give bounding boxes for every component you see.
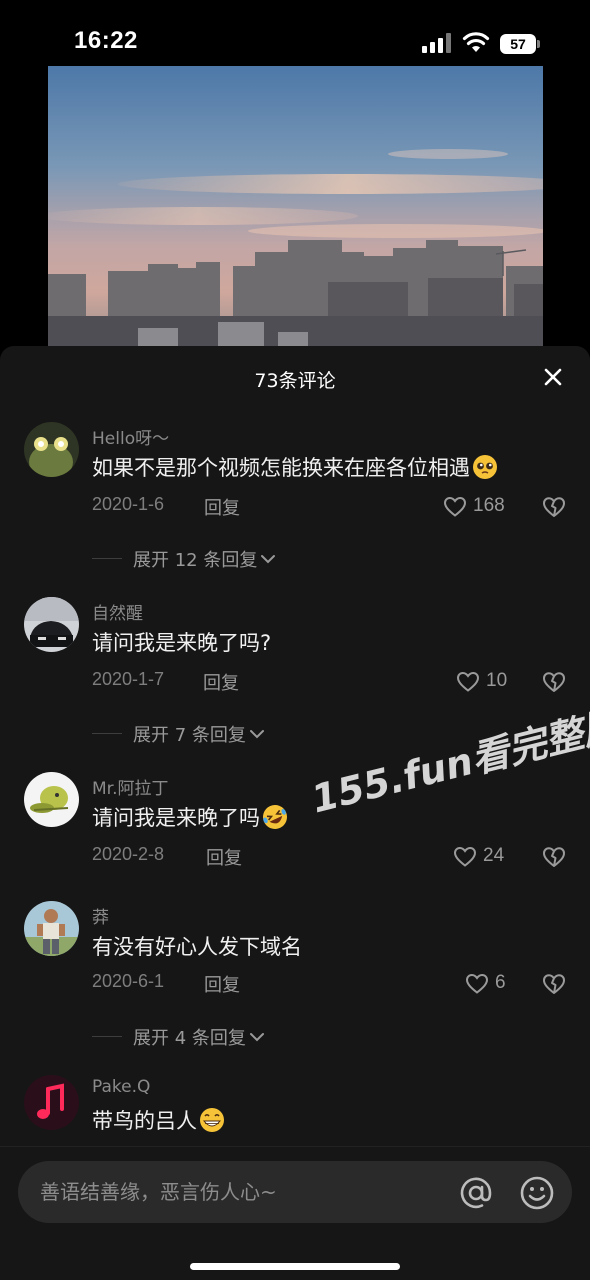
avatar[interactable]: [24, 422, 79, 477]
comment-username[interactable]: Hello呀～: [92, 424, 169, 449]
chevron-down-icon: [249, 730, 264, 739]
comment-item: Pake.Q 带鸟的吕人: [0, 1075, 590, 1145]
comment-item: 莽 有没有好心人发下域名 2020-6-1 回复 6 展开 4 条回复: [0, 901, 590, 1061]
comment-text-row: 如果不是那个视频怎能换来在座各位相遇: [92, 452, 498, 482]
battery-icon: 57: [500, 34, 540, 54]
like-button[interactable]: 10: [456, 670, 516, 692]
broken-heart-icon[interactable]: [542, 846, 566, 868]
video-preview[interactable]: [48, 66, 543, 356]
comment-input-container[interactable]: [18, 1161, 572, 1223]
like-button[interactable]: 168: [443, 495, 513, 517]
like-count: 10: [486, 670, 508, 691]
like-button[interactable]: 24: [453, 845, 513, 867]
reply-button[interactable]: 回复: [203, 669, 239, 695]
comment-item: Mr.阿拉丁 请问我是来晚了吗 2020-2-8 回复 24: [0, 772, 590, 872]
comment-username[interactable]: 莽: [92, 903, 109, 928]
comment-text: 如果不是那个视频怎能换来在座各位相遇: [92, 456, 470, 480]
expand-replies-label: 展开 4 条回复: [133, 1028, 246, 1049]
broken-heart-icon[interactable]: [542, 671, 566, 693]
avatar[interactable]: [24, 597, 79, 652]
comment-text: 请问我是来晚了吗: [92, 806, 260, 830]
expand-replies-button[interactable]: 展开 4 条回复: [92, 1024, 392, 1049]
comment-date: 2020-2-8: [92, 844, 165, 864]
heart-icon: [443, 496, 467, 517]
wifi-icon: [462, 32, 490, 52]
status-time: 16:22: [74, 27, 138, 54]
comment-text: 带鸟的吕人: [92, 1109, 197, 1133]
expand-replies-label: 展开 12 条回复: [133, 550, 258, 571]
expand-replies-label: 展开 7 条回复: [133, 725, 246, 746]
city-skyline-image: [48, 149, 543, 356]
comment-date: 2020-1-7: [92, 669, 165, 689]
like-count: 6: [495, 972, 506, 993]
pleading-face-icon: [473, 455, 497, 479]
reply-button[interactable]: 回复: [204, 971, 240, 997]
mention-at-icon[interactable]: [458, 1175, 494, 1211]
status-bar: 16:22 57: [0, 0, 590, 60]
comment-input[interactable]: [40, 1173, 440, 1211]
comment-input-bar: [0, 1146, 590, 1280]
comment-text: 有没有好心人发下域名: [92, 935, 302, 959]
rofl-face-icon: [263, 805, 287, 829]
comment-text: 请问我是来晚了吗?: [92, 631, 272, 655]
like-count: 168: [473, 495, 505, 516]
like-count: 24: [483, 845, 505, 866]
reply-button[interactable]: 回复: [204, 494, 240, 520]
comment-text-row: 请问我是来晚了吗: [92, 802, 288, 832]
chevron-down-icon: [249, 1033, 264, 1042]
grinning-face-icon: [200, 1108, 224, 1132]
chevron-down-icon: [261, 555, 276, 564]
avatar[interactable]: [24, 901, 79, 956]
broken-heart-icon[interactable]: [542, 973, 566, 995]
comment-username[interactable]: Mr.阿拉丁: [92, 774, 169, 799]
comment-username[interactable]: Pake.Q: [92, 1077, 150, 1097]
heart-icon: [465, 973, 489, 994]
avatar[interactable]: [24, 772, 79, 827]
like-button[interactable]: 6: [465, 972, 515, 994]
comment-item: Hello呀～ 如果不是那个视频怎能换来在座各位相遇 2020-1-6 回复 1…: [0, 422, 590, 582]
reply-button[interactable]: 回复: [206, 844, 242, 870]
emoji-icon[interactable]: [519, 1175, 555, 1211]
comment-text-row: 带鸟的吕人: [92, 1105, 225, 1135]
broken-heart-icon[interactable]: [542, 496, 566, 518]
comment-date: 2020-6-1: [92, 971, 165, 991]
expand-replies-button[interactable]: 展开 7 条回复: [92, 721, 392, 746]
comment-date: 2020-1-6: [92, 494, 165, 514]
cellular-signal-icon: [422, 33, 451, 53]
comment-username[interactable]: 自然醒: [92, 599, 143, 624]
home-indicator[interactable]: [190, 1263, 400, 1270]
close-icon[interactable]: [540, 364, 566, 390]
heart-icon: [453, 846, 477, 867]
comments-count-title: 73条评论: [254, 370, 336, 392]
expand-replies-button[interactable]: 展开 12 条回复: [92, 546, 392, 571]
battery-level: 57: [500, 34, 536, 54]
avatar[interactable]: [24, 1075, 79, 1130]
heart-icon: [456, 671, 480, 692]
